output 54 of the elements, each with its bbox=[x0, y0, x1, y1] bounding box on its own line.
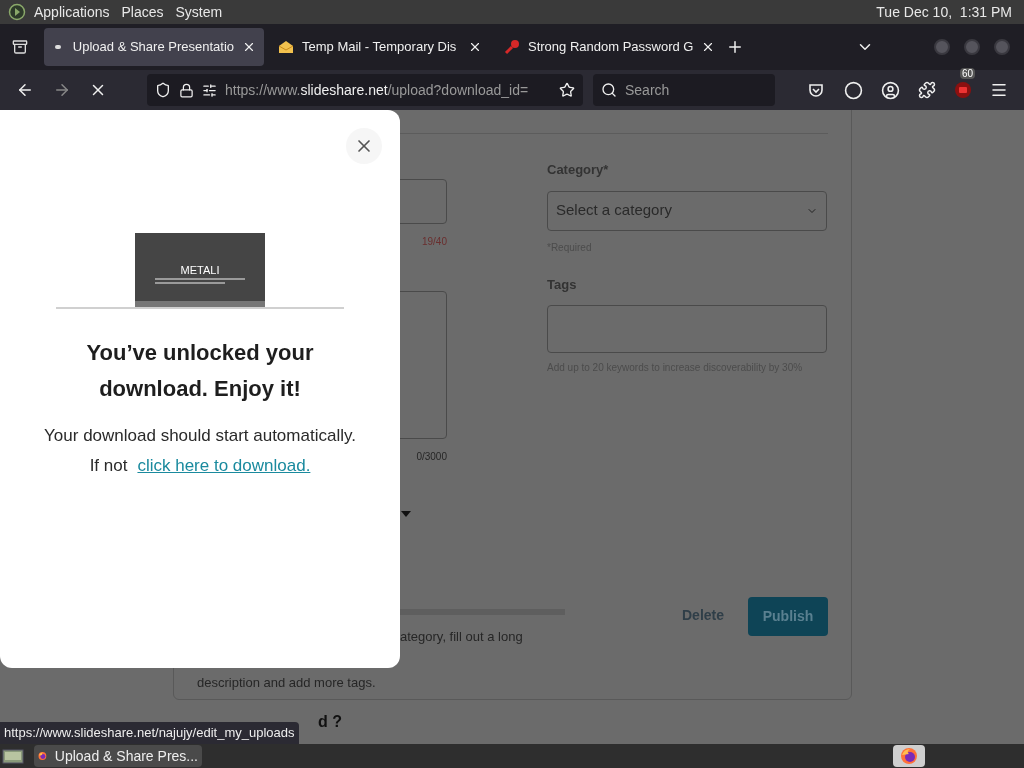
field-label: Category* bbox=[547, 161, 610, 179]
browser-tab[interactable]: Temp Mail - Temporary Dis bbox=[270, 28, 490, 66]
tab-list-icon[interactable] bbox=[12, 39, 28, 55]
new-tab-icon[interactable] bbox=[726, 38, 744, 56]
search-placeholder: Search bbox=[625, 80, 670, 100]
search-field[interactable]: Search bbox=[593, 74, 775, 106]
lock-icon[interactable] bbox=[179, 82, 194, 98]
account-icon[interactable] bbox=[881, 80, 900, 100]
download-link[interactable]: click here to download. bbox=[137, 451, 311, 481]
permissions-icon[interactable] bbox=[202, 82, 217, 98]
tab-title: Temp Mail - Temporary Dis bbox=[302, 38, 458, 57]
show-desktop-icon[interactable] bbox=[2, 747, 24, 765]
bookmark-star-icon[interactable] bbox=[559, 82, 575, 98]
close-tab-icon[interactable] bbox=[242, 40, 256, 54]
modal-heading: You’ve unlocked your download. Enjoy it! bbox=[85, 339, 315, 403]
menu-icon[interactable] bbox=[990, 81, 1008, 99]
browser-tab[interactable]: Strong Random Password G bbox=[496, 28, 716, 66]
url-field[interactable]: https://www.slideshare.net/upload?download_id= bbox=[147, 74, 583, 106]
envelope-icon bbox=[278, 40, 294, 54]
panel-menu[interactable]: Applications bbox=[34, 1, 110, 23]
section-heading: d ? bbox=[318, 714, 343, 730]
caret-icon[interactable] bbox=[401, 511, 411, 517]
char-counter: 19/40 bbox=[421, 235, 447, 249]
shield-icon[interactable] bbox=[155, 82, 171, 98]
key-icon bbox=[504, 39, 520, 55]
status-url: https://www.slideshare.net/najujy/edit_my_uploads bbox=[0, 722, 299, 744]
circle-icon[interactable] bbox=[844, 80, 863, 100]
modal-body: Your download should start automatically. bbox=[44, 425, 356, 447]
extension-icon[interactable] bbox=[954, 81, 972, 99]
tags-input[interactable] bbox=[547, 305, 827, 353]
clock[interactable]: Tue Dec 10, 1:31 PM bbox=[876, 1, 1012, 23]
field-label: Tags bbox=[547, 275, 578, 294]
panel-menu[interactable]: System bbox=[175, 1, 223, 23]
tray-button[interactable] bbox=[893, 745, 925, 767]
search-icon bbox=[601, 82, 617, 98]
forward-icon[interactable] bbox=[53, 81, 71, 99]
panel-menu[interactable]: Places bbox=[121, 1, 164, 23]
taskbar-button[interactable]: Upload & Share Pres... bbox=[34, 745, 202, 767]
tip-text: ategory, fill out a long bbox=[400, 628, 524, 646]
menu-logo-icon[interactable] bbox=[8, 3, 26, 21]
tab-title: Upload & Share Presentatio bbox=[72, 38, 234, 57]
char-counter: 0/3000 bbox=[416, 450, 447, 464]
tab-title: Strong Random Password G bbox=[528, 38, 694, 57]
extensions-icon[interactable] bbox=[918, 81, 936, 99]
badge: 60 bbox=[960, 68, 976, 79]
back-icon[interactable] bbox=[16, 81, 34, 99]
close-button[interactable] bbox=[346, 128, 382, 164]
slide-title: METALI bbox=[180, 264, 220, 276]
url-text: https://www.slideshare.net/upload?download_id= bbox=[225, 80, 530, 100]
browser-tab[interactable]: Upload & Share Presentatio bbox=[44, 28, 264, 66]
tip-text: description and add more tags. bbox=[197, 673, 377, 692]
firefox-icon bbox=[900, 747, 918, 765]
close-tab-icon[interactable] bbox=[468, 40, 482, 54]
modal-body: If not bbox=[89, 455, 128, 477]
